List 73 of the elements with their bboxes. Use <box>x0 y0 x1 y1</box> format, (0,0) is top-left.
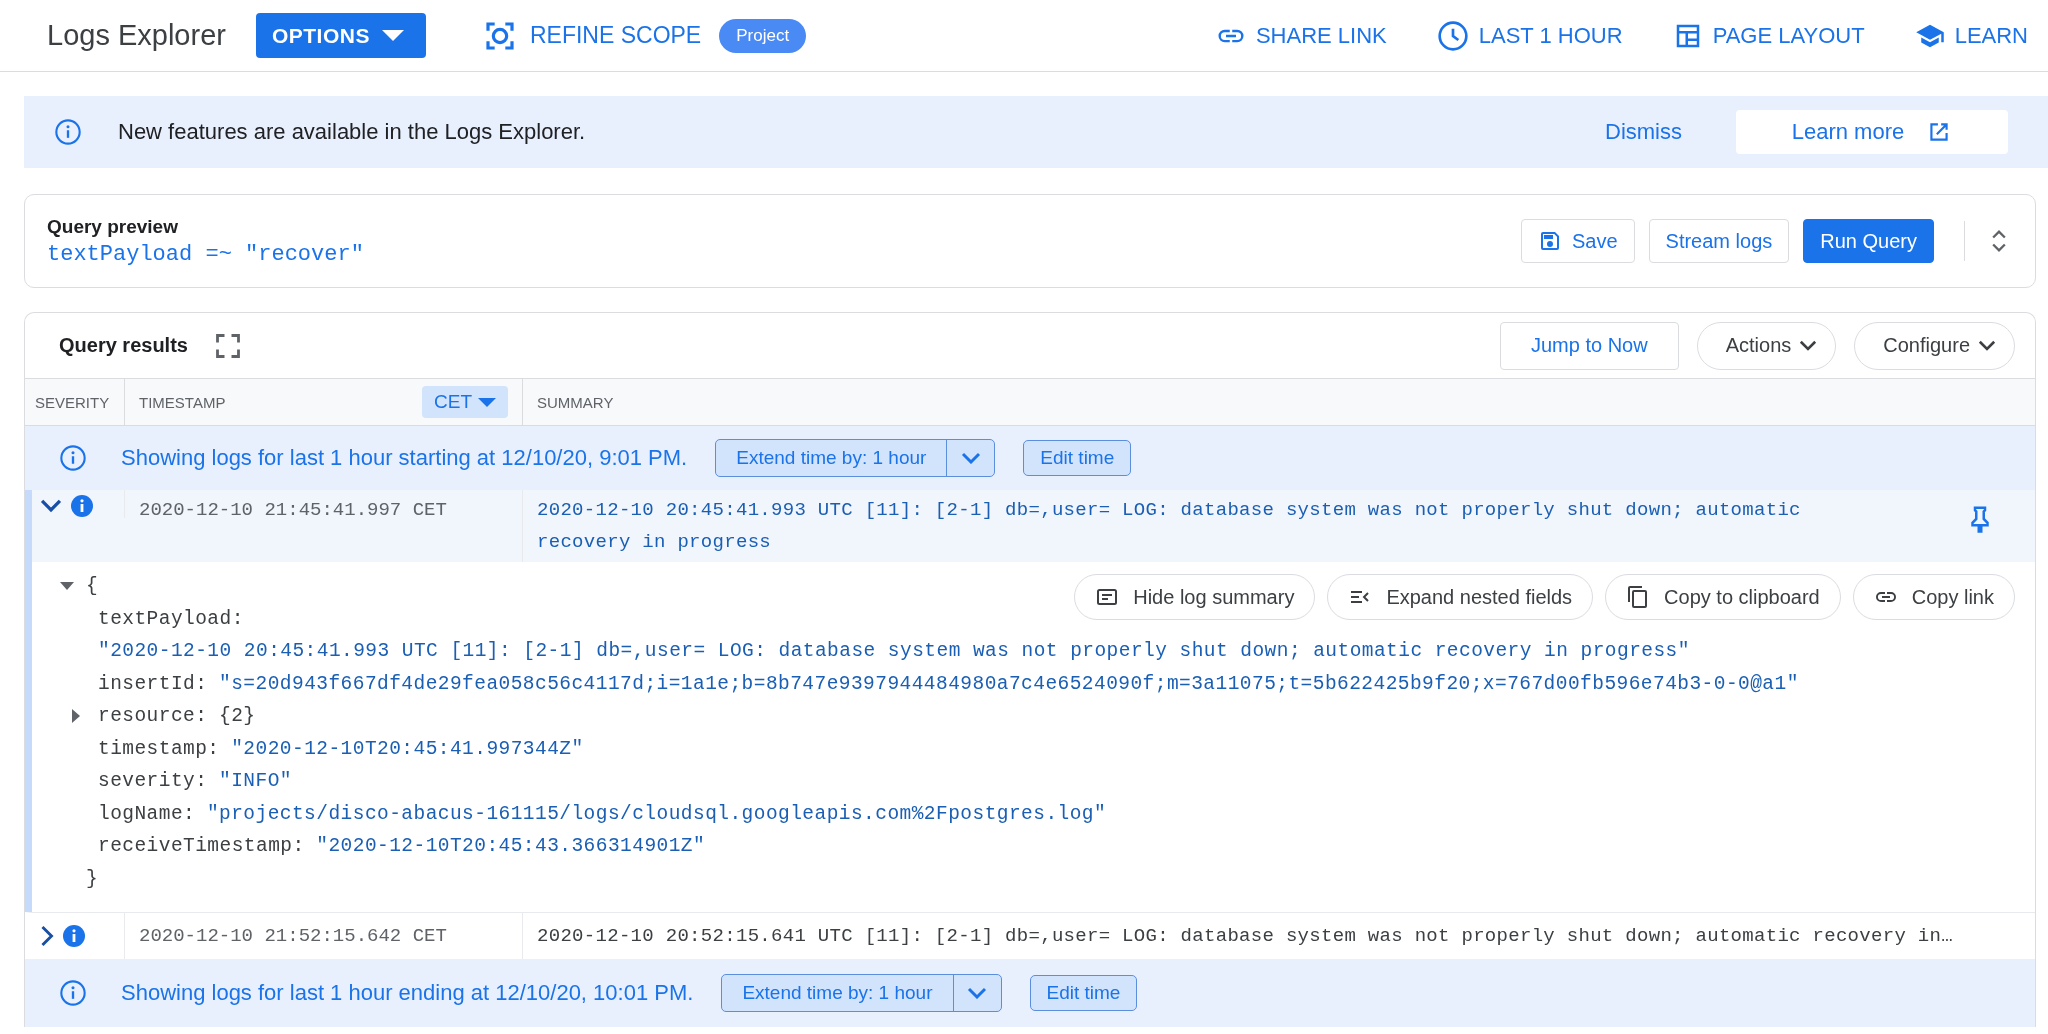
chevron-down-icon <box>1799 340 1818 351</box>
json-value: "2020-12-10 20:45:41.993 UTC [11]: [2-1] db=,user= LOG: database system was not properly shut down; automatic recovery in progress" <box>98 639 1690 664</box>
toolbar-button[interactable]: SHARE LINK <box>1215 20 1387 51</box>
column-header: TIMESTAMP <box>139 393 226 411</box>
query-text: textPayload =~ "recover" <box>47 241 364 267</box>
json-key: receiveTimestamp: <box>98 830 305 863</box>
info-severity-icon <box>62 924 86 948</box>
dismiss-button[interactable]: Dismiss <box>1599 119 1688 145</box>
json-value: "2020-12-10T20:45:41.997344Z" <box>231 736 584 762</box>
menu-button[interactable]: Configure <box>1854 321 2015 370</box>
jump-to-now-button[interactable]: Jump to Now <box>1499 321 1679 370</box>
json-value: "2020-12-10T20:45:43.366314901Z" <box>316 834 706 859</box>
chevron-down-icon <box>40 499 62 513</box>
json-key: severity: <box>98 765 208 798</box>
toolbar-button[interactable]: LAST 1 HOUR <box>1436 19 1623 52</box>
toolbar-button[interactable]: LEARN <box>1914 20 2028 51</box>
edit-time-button[interactable]: Edit time <box>1029 975 1138 1011</box>
info-icon <box>54 118 82 146</box>
refine-scope-button[interactable]: REFINE SCOPE <box>483 19 702 52</box>
json-value: "s=20d943f667df4de29fea058c56c4117d;i=1a1e;b=8b747e9397944484980a7c4e6524090f;m=3a11075;t=5b622425b9f20;x=767d00fb596e74b3-0-0@a1" <box>219 671 1799 697</box>
learn-more-button[interactable]: Learn more <box>1736 110 2008 154</box>
chevron-down-icon <box>1978 340 1996 351</box>
triangle-down-icon <box>60 582 74 591</box>
log-action-button[interactable]: Expand nested fields <box>1327 574 1594 620</box>
json-key: timestamp: <box>98 732 220 765</box>
info-icon <box>59 979 87 1007</box>
query-preview-title: Query preview <box>47 215 179 238</box>
chevron-down-icon <box>967 987 987 999</box>
summary-cell-text: 2020-12-10 20:52:15.641 UTC [11]: [2-1] db=,user= LOG: database system was not properly shut down; automatic recovery in… <box>536 924 1954 949</box>
json-key: insertId: <box>98 667 208 700</box>
chevron-right-icon <box>40 925 54 947</box>
scope-badge: Project <box>719 18 807 53</box>
log-action-button[interactable]: Copy to clipboard <box>1605 574 1841 620</box>
stream-logs-button[interactable]: Stream logs <box>1648 219 1790 263</box>
log-action-button[interactable]: Hide log summary <box>1074 574 1316 620</box>
fullscreen-button[interactable] <box>213 331 242 360</box>
log-action-button[interactable]: Copy link <box>1852 574 2015 620</box>
triangle-right-icon <box>72 709 80 724</box>
expand-row-button[interactable] <box>40 925 54 947</box>
summary-cell-text: 2020-12-10 20:45:41.993 UTC [11]: [2-1] db=,user= LOG: database system was not properly shut down; automatic recovery in progress <box>536 498 1802 555</box>
results-title: Query results <box>59 334 188 357</box>
info-severity-icon <box>70 494 94 518</box>
column-header: SUMMARY <box>537 393 614 411</box>
notice-message: Showing logs for last 1 hour ending at 12/10/20, 10:01 PM. <box>121 980 694 1006</box>
json-brace: } <box>86 866 99 892</box>
json-count: {2} <box>219 704 256 729</box>
corner-brackets-icon <box>213 331 242 360</box>
focus-frame-icon <box>483 19 516 52</box>
timestamp-cell: 2020-12-10 21:45:41.997 CET <box>125 490 523 562</box>
column-header: SEVERITY <box>35 393 110 411</box>
page-title: Logs Explorer <box>47 19 226 52</box>
toolbar-button[interactable]: PAGE LAYOUT <box>1672 20 1865 51</box>
log-row[interactable]: 2020-12-10 21:45:41.997 CET 2020-12-10 20:45:41.993 UTC [11]: [2-1] db=,user= LOG: database system was not properly shut down; automatic recovery in progress <box>25 490 2035 562</box>
info-icon <box>59 444 87 472</box>
caret-down-icon <box>478 397 496 407</box>
json-key: resource: <box>98 700 208 733</box>
banner-message: New features are available in the Logs Explorer. <box>118 119 586 145</box>
json-value: "INFO" <box>219 769 292 794</box>
edit-time-button[interactable]: Edit time <box>1023 440 1132 476</box>
clock-icon <box>1436 19 1469 52</box>
chevron-down-icon <box>960 452 981 464</box>
menu-button[interactable]: Actions <box>1696 321 1837 370</box>
json-key: logName: <box>98 797 196 830</box>
run-query-button[interactable]: Run Query <box>1803 219 1934 263</box>
json-key: textPayload: <box>98 602 244 635</box>
expand-row-button[interactable] <box>40 499 62 513</box>
notice-message: Showing logs for last 1 hour starting at 12/10/20, 9:01 PM. <box>121 445 688 471</box>
json-brace: { <box>86 574 99 599</box>
save-button[interactable]: Save <box>1520 219 1635 263</box>
caret-down-icon <box>381 30 404 41</box>
timezone-dropdown[interactable]: CET <box>422 386 508 418</box>
json-value: "projects/disco-abacus-161115/logs/cloudsql.googleapis.com%2Fpostgres.log" <box>206 801 1107 827</box>
options-button[interactable]: OPTIONS <box>255 13 426 58</box>
